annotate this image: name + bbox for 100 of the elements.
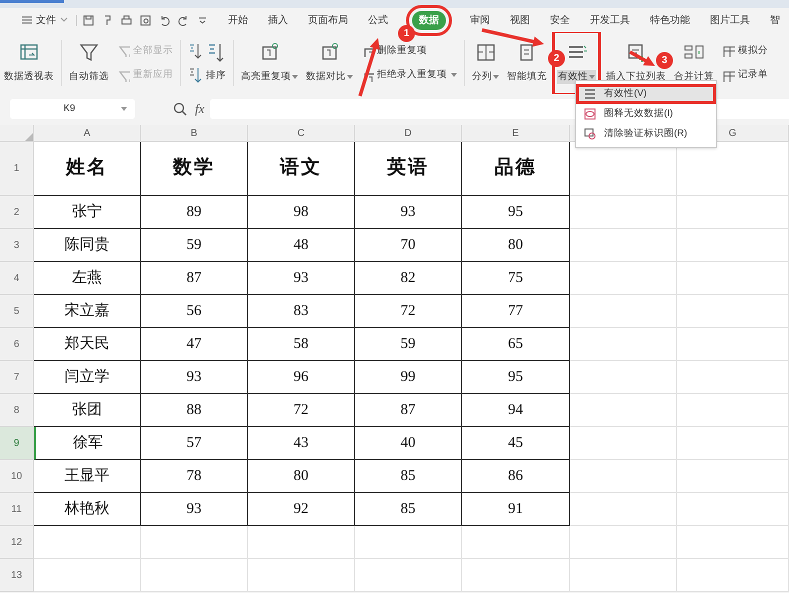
row-header[interactable]: 9	[0, 427, 34, 460]
row-header[interactable]: 7	[0, 361, 34, 394]
table-cell: 张宁	[34, 196, 141, 229]
column-header[interactable]: D	[355, 125, 462, 141]
sort-icon	[208, 42, 224, 63]
table-cell: 86	[462, 460, 570, 493]
table-cell: 姓名	[34, 142, 141, 196]
column-header[interactable]: E	[462, 125, 570, 141]
table-cell: 陈同贵	[34, 229, 141, 262]
row-header[interactable]: 6	[0, 328, 34, 361]
table-cell: 94	[462, 394, 570, 427]
funnel-icon	[117, 68, 130, 82]
table-cell: 93	[355, 196, 462, 229]
ribbon-tab[interactable]: 开发工具	[590, 12, 630, 28]
table-cell: 47	[141, 328, 248, 361]
table-cell: 语文	[248, 142, 355, 196]
table-cell: 83	[248, 295, 355, 328]
preview-icon[interactable]	[140, 14, 151, 26]
funnel-icon	[78, 42, 100, 64]
table-cell: 57	[141, 427, 248, 460]
ribbon-button[interactable]: 高亮重复项	[237, 32, 302, 94]
row-header[interactable]: 8	[0, 394, 34, 427]
table-cell: 40	[355, 427, 462, 460]
ribbon-button[interactable]: 模拟分	[722, 44, 768, 58]
menu-item[interactable]: 有效性(V)	[576, 84, 716, 104]
row-header[interactable]: 10	[0, 460, 34, 493]
list-icon	[584, 88, 596, 100]
table-cell: 89	[141, 196, 248, 229]
table-cell: 59	[355, 328, 462, 361]
table-cell: 85	[355, 460, 462, 493]
table-cell: 闫立学	[34, 361, 141, 394]
table-cell: 45	[462, 427, 570, 460]
ribbon-tab[interactable]: 视图	[510, 12, 530, 28]
ribbon-tab[interactable]: 公式	[368, 12, 388, 28]
ribbon-tab[interactable]: 插入	[268, 12, 288, 28]
ribbon-button[interactable]: 数据对比	[302, 32, 357, 94]
save-icon[interactable]	[83, 14, 94, 26]
eraser-icon	[584, 128, 596, 140]
table-cell: 80	[462, 229, 570, 262]
row-header[interactable]: 13	[0, 559, 34, 592]
zoom-icon[interactable]	[173, 102, 187, 116]
sort-descending-icon[interactable]	[188, 67, 202, 83]
sort-button[interactable]: 排序	[206, 42, 226, 84]
redo-icon[interactable]	[178, 14, 189, 26]
table-icon	[722, 44, 735, 58]
table-cell: 80	[248, 460, 355, 493]
table-cell: 75	[462, 262, 570, 295]
ribbon-tab[interactable]: 安全	[550, 12, 570, 28]
table-cell: 93	[248, 262, 355, 295]
column-header[interactable]: B	[141, 125, 248, 141]
ribbon-button[interactable]: 拒绝录入重复项	[361, 68, 457, 82]
table-cell: 58	[248, 328, 355, 361]
table-cell: 56	[141, 295, 248, 328]
table-cell: 99	[355, 361, 462, 394]
caret-icon	[60, 17, 68, 23]
ribbon-button[interactable]: 智能填充	[503, 32, 551, 94]
row-header[interactable]: 3	[0, 229, 34, 262]
table-cell: 98	[248, 196, 355, 229]
caret-icon[interactable]	[197, 14, 208, 26]
ribbon-tab[interactable]: 开始	[228, 12, 248, 28]
table-cell: 77	[462, 295, 570, 328]
sort-ascending-icon[interactable]	[188, 43, 202, 59]
menu-item[interactable]: 圈释无效数据(I)	[576, 104, 716, 124]
ribbon-button[interactable]: 自动筛选	[65, 32, 113, 94]
file-menu[interactable]: 文件	[18, 12, 60, 28]
ribbon-tab[interactable]: 特色功能	[650, 12, 690, 28]
table-cell: 43	[248, 427, 355, 460]
table-cell: 96	[248, 361, 355, 394]
row-header[interactable]: 12	[0, 526, 34, 559]
caret-icon	[121, 107, 127, 111]
table-cell: 数学	[141, 142, 248, 196]
table-cell: 英语	[355, 142, 462, 196]
print-icon[interactable]	[121, 14, 132, 26]
row-header[interactable]: 4	[0, 262, 34, 295]
fx-label[interactable]: fx	[195, 99, 204, 119]
table-cell: 59	[141, 229, 248, 262]
table-cell: 徐军	[34, 427, 141, 460]
table-cell: 品德	[462, 142, 570, 196]
table-cell: 郑天民	[34, 328, 141, 361]
arrow	[482, 28, 544, 47]
table-cell: 王显平	[34, 460, 141, 493]
table-cell: 85	[355, 493, 462, 526]
row-header[interactable]: 1	[0, 142, 34, 196]
table-cell: 93	[141, 361, 248, 394]
column-header[interactable]: C	[248, 125, 355, 141]
table-cell: 95	[462, 196, 570, 229]
ribbon-tab[interactable]: 页面布局	[308, 12, 348, 28]
table-cell: 65	[462, 328, 570, 361]
ribbon-tab[interactable]: 智	[770, 12, 780, 28]
name-box[interactable]: K9	[10, 99, 135, 119]
ribbon-tab[interactable]: 审阅	[470, 12, 490, 28]
ribbon-button[interactable]: 数据透视表	[0, 32, 58, 94]
row-header[interactable]: 5	[0, 295, 34, 328]
row-header[interactable]: 11	[0, 493, 34, 526]
row-header[interactable]: 2	[0, 196, 34, 229]
column-header[interactable]: A	[34, 125, 141, 141]
undo-icon[interactable]	[159, 14, 170, 26]
ribbon-button[interactable]: 分列	[468, 32, 503, 94]
ribbon-tab[interactable]: 图片工具	[710, 12, 750, 28]
ribbon-button[interactable]: 记录单	[722, 68, 768, 82]
